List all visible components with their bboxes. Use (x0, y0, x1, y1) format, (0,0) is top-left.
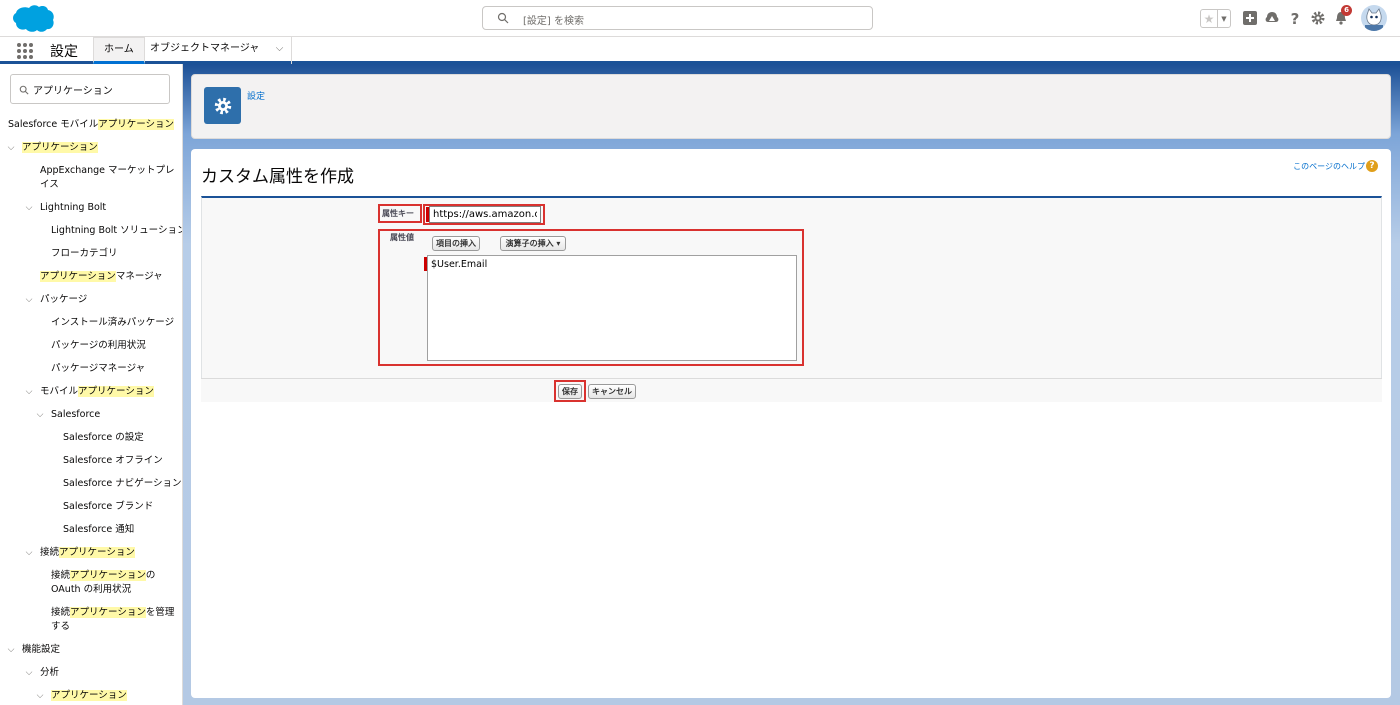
content-card: カスタム属性を作成 このページのヘルプ ? 属性キー 属性値 項目の挿入 演算子… (191, 149, 1391, 698)
chevron-down-icon[interactable]: ⌵ (24, 666, 34, 680)
sidebar-item-manage-connected-apps-line2[interactable]: する (51, 620, 70, 634)
setup-sidebar: Salesforce モバイルアプリケーション ⌵アプリケーション AppExc… (0, 64, 183, 705)
help-icon[interactable]: ? (1366, 160, 1378, 172)
sidebar-item-salesforce-notifications[interactable]: Salesforce 通知 (63, 523, 134, 537)
sidebar-item-applications[interactable]: ⌵ アプリケーション (8, 141, 98, 155)
avatar-image (1361, 5, 1387, 31)
sidebar-item-package-manager[interactable]: パッケージマネージャ (51, 362, 145, 376)
search-icon (497, 12, 509, 24)
tab-object-manager[interactable]: オブジェクトマネージャ ⌵ (140, 37, 293, 64)
attribute-key-label: 属性キー (382, 209, 414, 218)
sidebar-item-appexchange[interactable]: AppExchange マーケットプレイス (40, 164, 180, 192)
sidebar-item-feature-settings[interactable]: ⌵ 機能設定 (8, 643, 60, 657)
sidebar-item-lightning-bolt[interactable]: ⌵ Lightning Bolt (26, 201, 107, 215)
app-name: 設定 (50, 44, 78, 60)
chevron-down-icon[interactable]: ⌵ (24, 385, 34, 399)
help-link[interactable]: このページのヘルプ (1293, 161, 1365, 172)
global-header: [設定] を検索 ★ ▼ ? 6 (0, 0, 1400, 37)
favorites-dropdown-icon[interactable]: ▼ (1218, 10, 1230, 27)
tab-home[interactable]: ホーム (93, 37, 145, 64)
sidebar-item-lightning-bolt-solutions[interactable]: Lightning Bolt ソリューション (51, 224, 182, 238)
global-actions-plus-icon[interactable] (1242, 10, 1258, 26)
sidebar-item-salesforce[interactable]: ⌵ Salesforce (37, 408, 101, 422)
chevron-down-icon[interactable]: ⌵ (6, 141, 16, 155)
page-title: カスタム属性を作成 (201, 167, 354, 187)
sidebar-item-connected-apps-oauth-usage-line2[interactable]: OAuth の利用状況 (51, 583, 131, 597)
sidebar-item-salesforce-navigation[interactable]: Salesforce ナビゲーション (63, 477, 182, 491)
custom-attribute-form: 属性キー 属性値 項目の挿入 演算子の挿入 ▾ $User.Email (201, 196, 1382, 401)
sidebar-item-app-manager[interactable]: アプリケーションマネージャ (40, 270, 163, 284)
chevron-down-icon[interactable]: ⌵ (24, 201, 34, 215)
insert-operator-button[interactable]: 演算子の挿入 ▾ (500, 236, 566, 251)
button-row: 保存 キャンセル (201, 378, 1382, 402)
attribute-value-label: 属性値 (390, 233, 414, 242)
chevron-down-icon[interactable]: ⌵ (35, 689, 45, 703)
user-avatar[interactable] (1361, 5, 1387, 31)
chevron-down-icon[interactable]: ⌵ (35, 408, 45, 422)
sidebar-item-analytics-apps[interactable]: ⌵ アプリケーション (37, 689, 127, 703)
setup-gear-icon[interactable] (1310, 10, 1326, 26)
favorites-star-icon[interactable]: ★ (1201, 10, 1218, 27)
attribute-key-input[interactable] (429, 206, 541, 223)
cancel-button[interactable]: キャンセル (588, 384, 636, 399)
help-question-icon[interactable]: ? (1287, 10, 1303, 26)
app-launcher-icon[interactable] (17, 43, 33, 59)
sidebar-item-manage-connected-apps[interactable]: 接続アプリケーションを管理 (51, 606, 174, 620)
search-icon (19, 85, 29, 95)
setup-gear-icon (204, 87, 241, 124)
sidebar-item-connected-apps-oauth-usage[interactable]: 接続アプリケーションの (51, 569, 155, 583)
insert-operator-label: 演算子の挿入 (505, 239, 554, 248)
sidebar-item-packages[interactable]: ⌵ パッケージ (26, 293, 88, 307)
trailhead-icon[interactable] (1264, 10, 1280, 26)
sidebar-item-package-usage[interactable]: パッケージの利用状況 (51, 339, 146, 353)
chevron-down-icon[interactable]: ⌵ (6, 643, 16, 657)
chevron-down-icon[interactable]: ⌵ (276, 37, 284, 61)
favorites-group[interactable]: ★ ▼ (1200, 9, 1231, 28)
svg-text:?: ? (1291, 10, 1300, 26)
context-bar: 設定 ホーム オブジェクトマネージャ ⌵ (0, 37, 1400, 64)
chevron-down-icon[interactable]: ⌵ (24, 546, 34, 560)
sidebar-item-salesforce-mobile-app[interactable]: Salesforce モバイルアプリケーション (8, 118, 175, 132)
dropdown-arrow-icon: ▾ (556, 239, 561, 248)
sidebar-item-installed-packages[interactable]: インストール済みパッケージ (51, 316, 174, 330)
insert-field-button[interactable]: 項目の挿入 (432, 236, 480, 251)
save-button[interactable]: 保存 (558, 384, 582, 399)
tab-object-manager-label: オブジェクトマネージャ (150, 43, 260, 54)
sidebar-item-salesforce-settings[interactable]: Salesforce の設定 (63, 431, 144, 445)
sidebar-item-flow-category[interactable]: フローカテゴリ (51, 247, 118, 261)
global-search-box[interactable]: [設定] を検索 (482, 6, 873, 30)
quick-find-input[interactable] (33, 81, 163, 97)
breadcrumb[interactable]: 設定 (247, 89, 265, 102)
attribute-value-textarea[interactable]: $User.Email (427, 255, 797, 361)
sidebar-item-salesforce-offline[interactable]: Salesforce オフライン (63, 454, 163, 468)
quick-find-box[interactable] (10, 74, 170, 104)
sidebar-item-mobile-apps[interactable]: ⌵ モバイルアプリケーション (26, 385, 154, 399)
chevron-down-icon[interactable]: ⌵ (24, 293, 34, 307)
search-placeholder: [設定] を検索 (523, 16, 584, 27)
page-header: 設定 (191, 74, 1391, 139)
sidebar-item-salesforce-branding[interactable]: Salesforce ブランド (63, 500, 153, 514)
notification-badge: 6 (1341, 5, 1352, 16)
salesforce-logo[interactable] (11, 4, 55, 33)
sidebar-item-connected-apps[interactable]: ⌵ 接続アプリケーション (26, 546, 135, 560)
sidebar-item-analytics[interactable]: ⌵ 分析 (26, 666, 59, 680)
